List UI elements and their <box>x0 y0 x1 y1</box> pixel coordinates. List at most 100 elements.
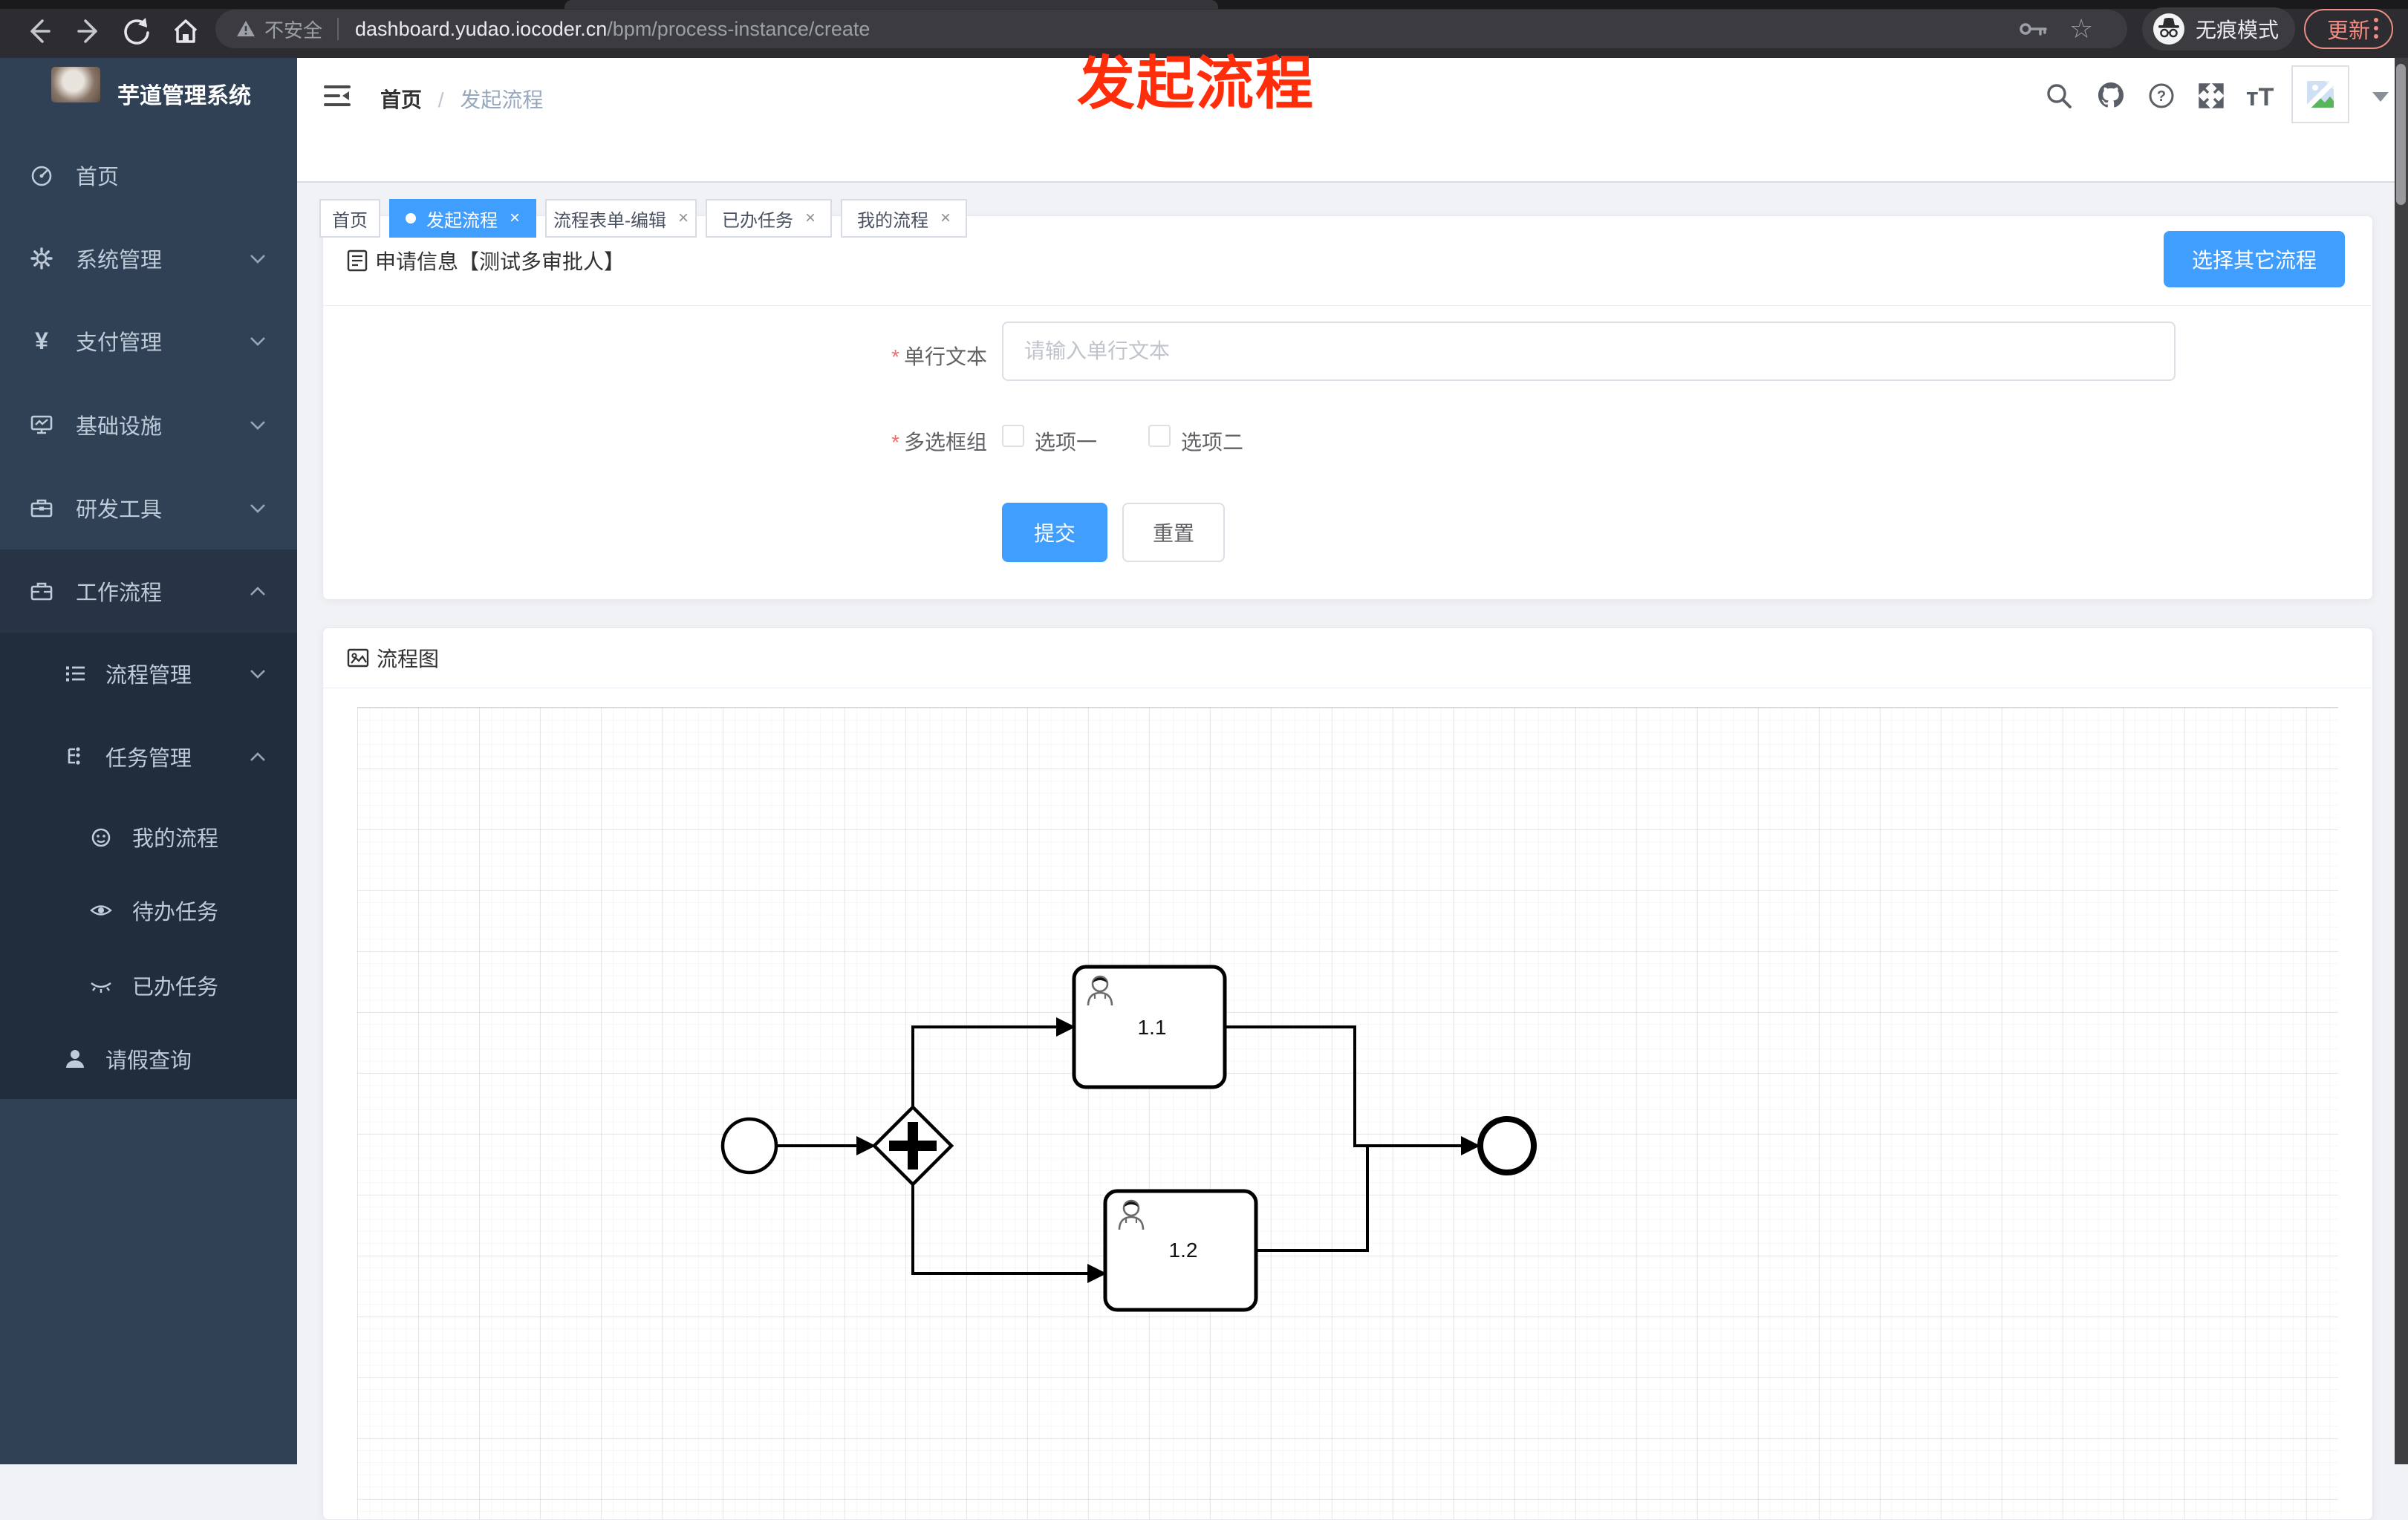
incognito-label: 无痕模式 <box>2196 19 2280 42</box>
sidebar-item-todo-tasks[interactable]: 待办任务 <box>0 873 297 947</box>
sidebar-item-workflow[interactable]: 工作流程 <box>0 549 297 633</box>
sidebar-item-payment[interactable]: ¥ 支付管理 <box>0 299 297 382</box>
security-label[interactable]: 不安全 <box>264 16 322 43</box>
browser-update-button[interactable]: 更新 <box>2304 9 2393 49</box>
breadcrumb-home[interactable]: 首页 <box>380 88 422 111</box>
sidebar-item-done-tasks[interactable]: 已办任务 <box>0 948 297 1022</box>
browser-back-button[interactable] <box>22 15 55 48</box>
fullscreen-icon[interactable] <box>2197 82 2225 110</box>
sidebar-item-label: 研发工具 <box>76 498 163 522</box>
search-icon[interactable] <box>2045 82 2073 110</box>
page-scrollbar[interactable] <box>2395 58 2408 1464</box>
svg-text:?: ? <box>2157 88 2166 105</box>
document-icon <box>347 249 368 272</box>
logo-image <box>51 67 100 102</box>
field-label-single-line-text: * 单行文本 <box>779 341 987 371</box>
browser-forward-button[interactable] <box>73 15 105 48</box>
sidebar-item-task-mgmt[interactable]: 任务管理 <box>0 720 297 794</box>
app-title: 芋道管理系统 <box>117 84 251 108</box>
scrollbar-thumb[interactable] <box>2396 64 2406 205</box>
help-icon[interactable]: ? <box>2147 82 2176 110</box>
button-label: 提交 <box>1033 522 1076 545</box>
close-icon[interactable]: × <box>940 209 951 227</box>
checkbox-label-option-two[interactable]: 选项二 <box>1181 426 1243 456</box>
bpmn-user-task-1-1[interactable]: 1.1 <box>1072 965 1227 1089</box>
sidebar-item-label: 首页 <box>76 166 120 189</box>
robot-face-icon <box>89 825 113 849</box>
close-icon[interactable]: × <box>805 209 816 227</box>
browser-menu-kebab-icon[interactable] <box>2374 18 2378 42</box>
task-label: 1.1 <box>1138 1016 1167 1039</box>
chevron-down-icon <box>250 254 266 264</box>
flow-task2-to-end <box>1256 1147 1369 1252</box>
breadcrumb: 首页 / 发起流程 <box>380 84 543 114</box>
tab-label: 已办任务 <box>721 210 793 231</box>
monitor-icon <box>30 413 53 437</box>
plus-icon <box>908 1122 918 1170</box>
divider <box>323 305 2371 306</box>
font-size-icon[interactable]: тT <box>2246 83 2291 111</box>
submit-button[interactable]: 提交 <box>1002 503 1107 562</box>
browser-tab-strip <box>0 0 2408 9</box>
form-card-title: 申请信息【测试多审批人】 <box>375 250 625 273</box>
tab-home[interactable]: 首页 <box>319 199 380 238</box>
tree-icon <box>63 745 87 769</box>
close-icon[interactable]: × <box>678 209 689 227</box>
address-divider <box>337 18 339 40</box>
bpmn-end-event[interactable] <box>1477 1116 1537 1175</box>
key-icon[interactable] <box>2019 19 2049 39</box>
bpmn-start-event[interactable] <box>720 1117 778 1175</box>
bpmn-canvas[interactable]: 1.1 1.2 <box>357 707 2338 1519</box>
warning-icon <box>236 20 256 38</box>
avatar-dropdown-caret[interactable] <box>2372 92 2389 102</box>
toolbox-icon <box>30 496 53 520</box>
sidebar-item-home[interactable]: 首页 <box>0 134 297 217</box>
browser-home-button[interactable] <box>169 15 202 48</box>
gear-icon <box>30 247 53 270</box>
browser-active-tab-edge <box>564 0 1218 9</box>
yen-icon: ¥ <box>35 327 48 354</box>
tab-form-edit[interactable]: 流程表单-编辑 × <box>545 199 697 238</box>
field-label-text: 多选框组 <box>903 431 987 454</box>
sidebar-item-infrastructure[interactable]: 基础设施 <box>0 383 297 466</box>
sidebar-item-label: 流程管理 <box>105 664 192 688</box>
annotation-text: 发起流程 <box>1077 50 1315 116</box>
sidebar-item-leave-query[interactable]: 请假查询 <box>0 1022 297 1096</box>
sidebar-collapse-icon[interactable] <box>324 82 352 110</box>
eye-open-icon <box>89 898 113 922</box>
sidebar-item-process-mgmt[interactable]: 流程管理 <box>0 636 297 711</box>
button-label: 重置 <box>1152 522 1194 545</box>
sidebar-item-label: 待办任务 <box>132 901 219 924</box>
field-label-text: 单行文本 <box>903 345 987 368</box>
github-icon[interactable] <box>2096 80 2124 108</box>
bookmark-star-icon[interactable]: ☆ <box>2069 16 2093 42</box>
tab-label: 我的流程 <box>856 210 928 231</box>
choose-other-process-button[interactable]: 选择其它流程 <box>2164 231 2345 287</box>
reset-button[interactable]: 重置 <box>1122 503 1225 562</box>
dashboard-icon <box>30 163 53 187</box>
tab-start-process[interactable]: 发起流程 × <box>389 199 536 238</box>
single-line-text-input[interactable] <box>1002 322 2176 381</box>
chevron-up-icon <box>250 751 266 762</box>
chevron-down-icon <box>250 503 266 513</box>
chevron-down-icon <box>250 336 266 346</box>
sidebar-item-devtools[interactable]: 研发工具 <box>0 466 297 549</box>
task-label: 1.2 <box>1169 1239 1198 1262</box>
sidebar-item-label: 系统管理 <box>76 249 163 273</box>
breadcrumb-separator: / <box>437 88 444 111</box>
browser-reload-button[interactable] <box>120 15 153 48</box>
bpmn-user-task-1-2[interactable]: 1.2 <box>1103 1189 1258 1312</box>
process-diagram-card: 流程图 1.1 1.2 <box>322 627 2373 1520</box>
checkbox-option-one[interactable] <box>1002 425 1024 447</box>
tab-done-tasks[interactable]: 已办任务 × <box>706 199 832 238</box>
tab-my-process[interactable]: 我的流程 × <box>841 199 967 238</box>
chevron-down-icon <box>250 420 266 430</box>
sidebar-item-my-process[interactable]: 我的流程 <box>0 800 297 874</box>
close-icon[interactable]: × <box>510 209 520 227</box>
avatar[interactable] <box>2291 65 2349 123</box>
checkbox-label-option-one[interactable]: 选项一 <box>1035 426 1097 456</box>
url-path: /bpm/process-instance/create <box>607 17 871 40</box>
checkbox-option-two[interactable] <box>1148 425 1171 447</box>
briefcase-icon <box>30 579 53 603</box>
sidebar-item-system[interactable]: 系统管理 <box>0 217 297 300</box>
